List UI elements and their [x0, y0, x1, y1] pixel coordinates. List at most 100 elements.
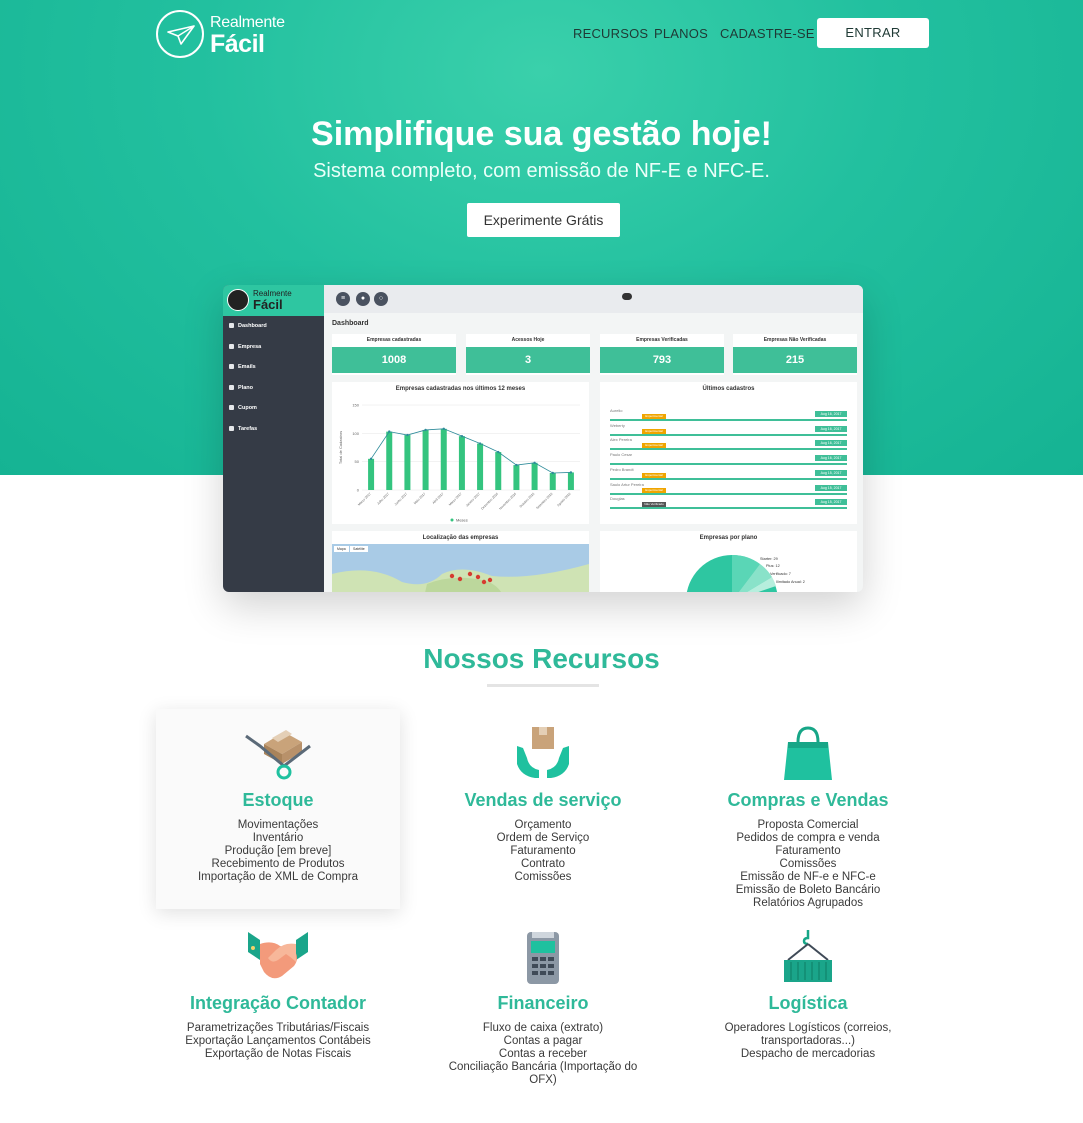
- nav-planos[interactable]: PLANOS: [654, 26, 708, 41]
- ultimo-divider: [610, 448, 847, 451]
- chart-bar: [531, 462, 538, 490]
- feature-line: OFX): [529, 1074, 557, 1086]
- feature-line: Orçamento: [514, 819, 572, 831]
- try-free-button[interactable]: Experimente Grátis: [467, 203, 620, 237]
- features-divider: [487, 684, 599, 687]
- series-point: [569, 471, 573, 474]
- x-tick-label: Novembro 2016: [498, 492, 517, 511]
- dashboard-sidebar-header: Realmente Fácil: [223, 285, 324, 316]
- feature-name: Integração Contador: [189, 993, 367, 1013]
- stat-label: Empresas Verificadas: [636, 337, 688, 343]
- feature-name: Logística: [768, 993, 848, 1013]
- y-axis-label: Total de Cadastros: [338, 431, 343, 464]
- feature-line: Importação de XML de Compra: [197, 871, 358, 883]
- x-tick-label: Agosto 2016: [556, 492, 572, 508]
- building-icon: [229, 344, 234, 350]
- nav-recursos[interactable]: RECURSOS: [573, 26, 648, 41]
- plano-label: Plus: 12: [766, 564, 780, 568]
- ultimo-date-badge: Aug 16, 2017: [815, 455, 847, 462]
- chart-bar: [458, 436, 465, 490]
- feature-line: Pedidos de compra e venda: [736, 832, 880, 844]
- feature-list: Fluxo de caixa (extrato) Contas a pagar …: [421, 1022, 665, 1087]
- feature-list: Proposta Comercial Pedidos de compra e v…: [686, 819, 930, 910]
- feature-line: Emissão de NF-e e NFC-e: [740, 871, 876, 883]
- shopping-bag-icon: [784, 726, 832, 780]
- feature-line: Produção [em breve]: [224, 845, 332, 857]
- plane-icon: [229, 385, 234, 391]
- y-tick-label: 50: [355, 459, 360, 464]
- feature-compras-vendas[interactable]: Compras e Vendas Proposta Comercial Pedi…: [686, 709, 930, 909]
- x-tick-label: Abril 2017: [431, 492, 444, 505]
- y-tick-label: 150: [352, 403, 359, 408]
- feature-list: Operadores Logísticos (correios, transpo…: [686, 1022, 930, 1061]
- feature-name: Vendas de serviço: [464, 790, 622, 810]
- ultimo-date-badge: Aug 15, 2017: [815, 499, 847, 506]
- ultimo-status-tag: Experimental: [642, 443, 666, 449]
- stat-value: 3: [466, 347, 590, 373]
- series-point: [497, 450, 500, 454]
- series-point: [515, 463, 518, 467]
- ultimo-name: Douglas: [610, 496, 625, 502]
- x-tick-label: Dezembro 2016: [480, 492, 499, 511]
- dashboard-sidebar: Realmente Fácil Dashboard Empresa Emails…: [223, 285, 324, 592]
- map-title: Localização das empresas: [422, 535, 499, 541]
- feature-line: Comissões: [779, 858, 837, 870]
- entrar-button[interactable]: ENTRAR: [817, 18, 929, 48]
- tasks-icon: [229, 426, 234, 432]
- ultimo-divider: [610, 419, 847, 421]
- stat-card: Empresas cadastradas 1008: [332, 334, 456, 375]
- feature-list: Orçamento Ordem de Serviço Faturamento C…: [421, 819, 665, 884]
- paper-plane-icon: [156, 10, 204, 58]
- stat-label: Empresas cadastradas: [366, 337, 422, 343]
- feature-vendas-servico[interactable]: Vendas de serviço Orçamento Ordem de Ser…: [421, 709, 665, 909]
- dashboard-brand2: Fácil: [253, 297, 283, 312]
- ultimo-status-tag: Experimental: [642, 428, 666, 434]
- feature-line: Contrato: [520, 858, 566, 870]
- stat-label: Acessos Hoje: [511, 337, 545, 343]
- feature-financeiro[interactable]: Financeiro Fluxo de caixa (extrato) Cont…: [421, 920, 665, 1100]
- feature-line: Exportação de Notas Fiscais: [204, 1048, 352, 1060]
- map-view: Mapa Satélite: [332, 544, 589, 592]
- chart-bar: [422, 429, 429, 490]
- series-line: [370, 428, 571, 474]
- dashboard-topbar: ≡ ● ○: [324, 285, 863, 313]
- ultimo-status-tag: Não Verificado: [642, 502, 666, 508]
- ultimo-name: Alex Pereira: [610, 437, 632, 443]
- brand-logo[interactable]: Realmente Fácil: [156, 10, 306, 60]
- ultimo-divider: [610, 463, 847, 466]
- chart-bar: [495, 452, 502, 490]
- x-tick-label: Outubro 2016: [519, 492, 536, 509]
- dashboard-menu-icon: [229, 323, 234, 329]
- feature-line: Relatórios Agrupados: [753, 897, 863, 909]
- ultimo-date-badge: Aug 16, 2017: [815, 440, 847, 447]
- feature-line: Contas a receber: [498, 1048, 588, 1060]
- ultimo-divider: [610, 492, 847, 495]
- ultimo-date-badge: Aug 16, 2017: [815, 425, 847, 432]
- feature-name: Compras e Vendas: [727, 790, 889, 810]
- feature-list: Movimentações Inventário Produção [em br…: [156, 819, 400, 884]
- ultimo-divider: [610, 507, 847, 510]
- chart-panel: Empresas cadastradas nos últimos 12 mese…: [332, 382, 589, 524]
- container-crane-icon: [784, 930, 832, 982]
- dashboard-menu-item: Plano: [229, 385, 253, 391]
- stat-label: Empresas Não Verificadas: [763, 337, 827, 343]
- plano-label: Ilimitado Anual: 2: [776, 580, 805, 584]
- feature-integracao-contador[interactable]: Integração Contador Parametrizações Trib…: [156, 920, 400, 1100]
- x-tick-label: Junho 2017: [394, 492, 409, 507]
- chart-bar: [549, 473, 556, 490]
- chart-bar: [513, 465, 520, 490]
- chart-title: Empresas cadastradas nos últimos 12 mese…: [395, 386, 526, 392]
- feature-line: Inventário: [252, 832, 304, 844]
- chart-bar: [368, 458, 375, 490]
- feature-logistica[interactable]: Logística Operadores Logísticos (correio…: [686, 920, 930, 1100]
- card-machine-icon: [527, 932, 559, 984]
- dashboard-menu-item: Empresa: [229, 344, 261, 350]
- feature-line: Ordem de Serviço: [496, 832, 590, 844]
- nav-cadastre[interactable]: CADASTRE-SE: [720, 26, 815, 41]
- feature-estoque[interactable]: Estoque Movimentações Inventário Produçã…: [156, 709, 400, 909]
- feature-line: Operadores Logísticos (correios,: [724, 1022, 892, 1034]
- feature-line: Proposta Comercial: [757, 819, 859, 831]
- series-point: [551, 471, 554, 475]
- dashboard-menu-item: Emails: [229, 364, 256, 370]
- hands-box-icon: [517, 727, 569, 778]
